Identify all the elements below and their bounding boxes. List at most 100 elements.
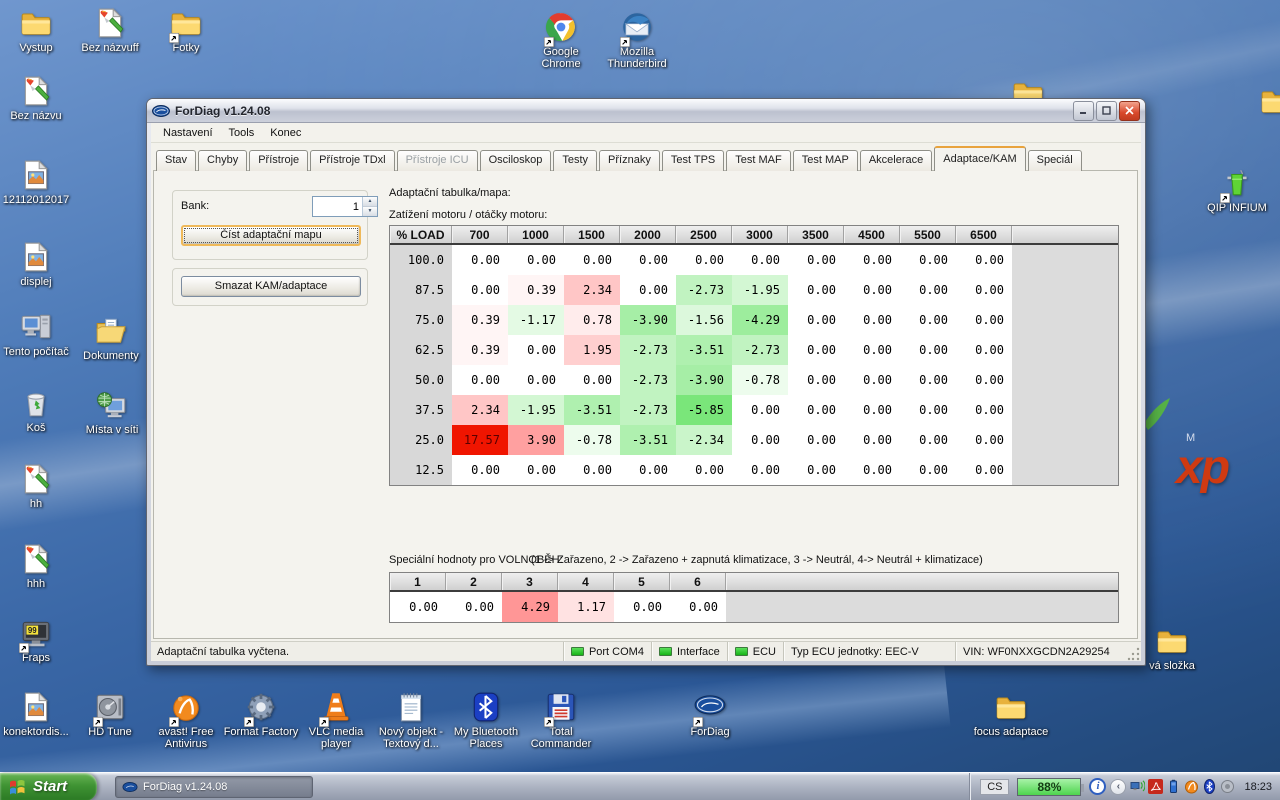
bank-spinner[interactable]: ▲ ▼	[312, 196, 378, 217]
desktop-icon-format-factory[interactable]: Format Factory	[223, 690, 299, 738]
folder-icon	[1259, 84, 1280, 118]
desktop-icon-label: Mozilla Thunderbird	[599, 46, 675, 70]
taskbar-clock[interactable]: 18:23	[1244, 781, 1272, 793]
menu-item-tools[interactable]: Tools	[221, 125, 263, 141]
desktop-icon-fotky[interactable]: Fotky	[148, 6, 224, 54]
close-button[interactable]	[1119, 101, 1140, 121]
clear-kam-button[interactable]: Smazat KAM/adaptace	[181, 276, 361, 297]
volume-tray-icon[interactable]	[1220, 779, 1235, 794]
desktop-icon-vlc-media-player[interactable]: VLC media player	[298, 690, 374, 750]
desktop-icon-fordiag[interactable]: ForDiag	[672, 690, 748, 738]
tray-collapse-chevron-icon[interactable]: ‹	[1110, 779, 1126, 795]
tab-priznaky[interactable]: Příznaky	[599, 150, 660, 171]
battery-indicator[interactable]: 88%	[1017, 778, 1081, 796]
map-cell: 0.00	[900, 395, 956, 425]
map-row-87-5: 87.50.000.392.340.00-2.73-1.950.000.000.…	[390, 275, 1118, 305]
map-cell: 0.00	[508, 455, 564, 485]
recycle-icon	[19, 386, 53, 420]
map-row-filler	[1012, 365, 1118, 395]
map-cell: 0.00	[844, 305, 900, 335]
menu-item-konec[interactable]: Konec	[262, 125, 309, 141]
desktop-icon-vystup[interactable]: Vystup	[0, 6, 74, 54]
map-cell: 0.00	[956, 275, 1012, 305]
desktop-icon-label: hh	[0, 498, 74, 510]
tab-adaptace-kam[interactable]: Adaptace/KAM	[934, 146, 1025, 171]
map-cell: 0.00	[452, 365, 508, 395]
desktop-icon-qip-infium[interactable]: QIP INFIUM	[1199, 166, 1275, 214]
shortcut-arrow-icon	[169, 714, 179, 724]
menu-item-nastaveni[interactable]: Nastavení	[155, 125, 221, 141]
desktop-icon-kos[interactable]: Koš	[0, 386, 74, 434]
tab-test-map[interactable]: Test MAP	[793, 150, 858, 171]
language-indicator[interactable]: CS	[980, 779, 1009, 795]
spin-up-icon[interactable]: ▲	[363, 197, 377, 207]
tab-test-maf[interactable]: Test MAF	[726, 150, 790, 171]
info-icon[interactable]: i	[1089, 778, 1106, 795]
tab-chyby[interactable]: Chyby	[198, 150, 247, 171]
resize-grip[interactable]	[1127, 642, 1141, 661]
desktop-icon-partial-folder-right[interactable]	[1238, 84, 1280, 118]
desktop-icon-displej[interactable]: displej	[0, 240, 74, 288]
formatfactory-icon	[244, 690, 278, 724]
desktop-icon-focus-adaptace[interactable]: focus adaptace	[973, 690, 1049, 738]
menu-bar: NastaveníToolsKonec	[151, 123, 1141, 143]
spin-down-icon[interactable]: ▼	[363, 207, 377, 216]
battery-tray-tray-icon[interactable]	[1166, 779, 1181, 794]
tab-test-tps[interactable]: Test TPS	[662, 150, 724, 171]
network-icon	[95, 388, 129, 422]
map-cell: -3.51	[564, 395, 620, 425]
desktop-icon-tento-pocitac[interactable]: Tento počítač	[0, 310, 74, 358]
taskbar-task-fordiag[interactable]: ForDiag v1.24.08	[115, 776, 313, 798]
desktop-icon-label: HD Tune	[72, 726, 148, 738]
hdtune-icon	[93, 690, 127, 724]
tab-testy[interactable]: Testy	[553, 150, 597, 171]
network-tray-icon[interactable]	[1130, 779, 1145, 794]
map-cell: 0.00	[788, 335, 844, 365]
minimize-button[interactable]	[1073, 101, 1094, 121]
adaptation-table-body: 100.00.000.000.000.000.000.000.000.000.0…	[390, 245, 1118, 485]
tab-akcelerace[interactable]: Akcelerace	[860, 150, 932, 171]
start-button[interactable]: Start	[0, 773, 97, 800]
desktop-icon-mista-v-siti[interactable]: Místa v síti	[74, 388, 150, 436]
desktop-icon-label: My Bluetooth Places	[448, 726, 524, 750]
bank-input[interactable]	[313, 197, 362, 216]
desktop-icon-dokumenty[interactable]: Dokumenty	[73, 314, 149, 362]
taskbar: Start ForDiag v1.24.08 CS 88% i ‹ 18:23	[0, 772, 1280, 800]
tab-pristroje-tdxl[interactable]: Přístroje TDxl	[310, 150, 394, 171]
tab-osciloskop[interactable]: Osciloskop	[480, 150, 552, 171]
avast-tray-icon[interactable]	[1184, 779, 1199, 794]
map-row-75-0: 75.00.39-1.170.78-3.90-1.56-4.290.000.00…	[390, 305, 1118, 335]
desktop-icon-hd-tune[interactable]: HD Tune	[72, 690, 148, 738]
vin-status: VIN: WF0NXXGCDN2A29254	[955, 642, 1127, 661]
window-title: ForDiag v1.24.08	[175, 104, 1071, 118]
read-adaptation-map-button[interactable]: Číst adaptační mapu	[181, 225, 361, 246]
tab-special[interactable]: Speciál	[1028, 150, 1082, 171]
desktop-icon-total-commander[interactable]: Total Commander	[523, 690, 599, 750]
image-icon	[19, 690, 53, 724]
adaptation-table-header: % LOAD7001000150020002500300035004500550…	[390, 226, 1118, 245]
desktop-icon-bez-nazvuff[interactable]: Bez názvuff	[72, 6, 148, 54]
map-cell: 0.00	[956, 305, 1012, 335]
desktop-icon-bez-nazvu[interactable]: Bez názvu	[0, 74, 74, 122]
shortcut-arrow-icon	[244, 714, 254, 724]
desktop-icon-google-chrome[interactable]: Google Chrome	[523, 10, 599, 70]
desktop-icon-konektordis[interactable]: konektordis...	[0, 690, 74, 738]
maximize-button[interactable]	[1096, 101, 1117, 121]
desktop-icon-hhh[interactable]: hhh	[0, 542, 74, 590]
desktop-icon-hh[interactable]: hh	[0, 462, 74, 510]
map-cell: 0.00	[732, 395, 788, 425]
desktop-icon-avast-free-antivirus[interactable]: avast! Free Antivirus	[148, 690, 224, 750]
tab-pristroje[interactable]: Přístroje	[249, 150, 308, 171]
tab-stav[interactable]: Stav	[156, 150, 196, 171]
map-cell: 0.00	[844, 425, 900, 455]
desktop-icon-mozilla-thunderbird[interactable]: Mozilla Thunderbird	[599, 10, 675, 70]
bluetooth-tray-icon[interactable]	[1202, 779, 1217, 794]
desktop-icon-12112012017[interactable]: 12112012017	[0, 158, 74, 206]
map-cell: -3.90	[620, 305, 676, 335]
adobe-reader-tray-icon[interactable]	[1148, 779, 1163, 794]
desktop-icon-novy-objekt[interactable]: Nový objekt - Textový d...	[373, 690, 449, 750]
desktop-icon-my-bluetooth-places[interactable]: My Bluetooth Places	[448, 690, 524, 750]
map-cell: 0.00	[620, 245, 676, 275]
window-titlebar[interactable]: ForDiag v1.24.08	[147, 99, 1145, 123]
desktop-icon-fraps[interactable]: 99Fraps	[0, 616, 74, 664]
